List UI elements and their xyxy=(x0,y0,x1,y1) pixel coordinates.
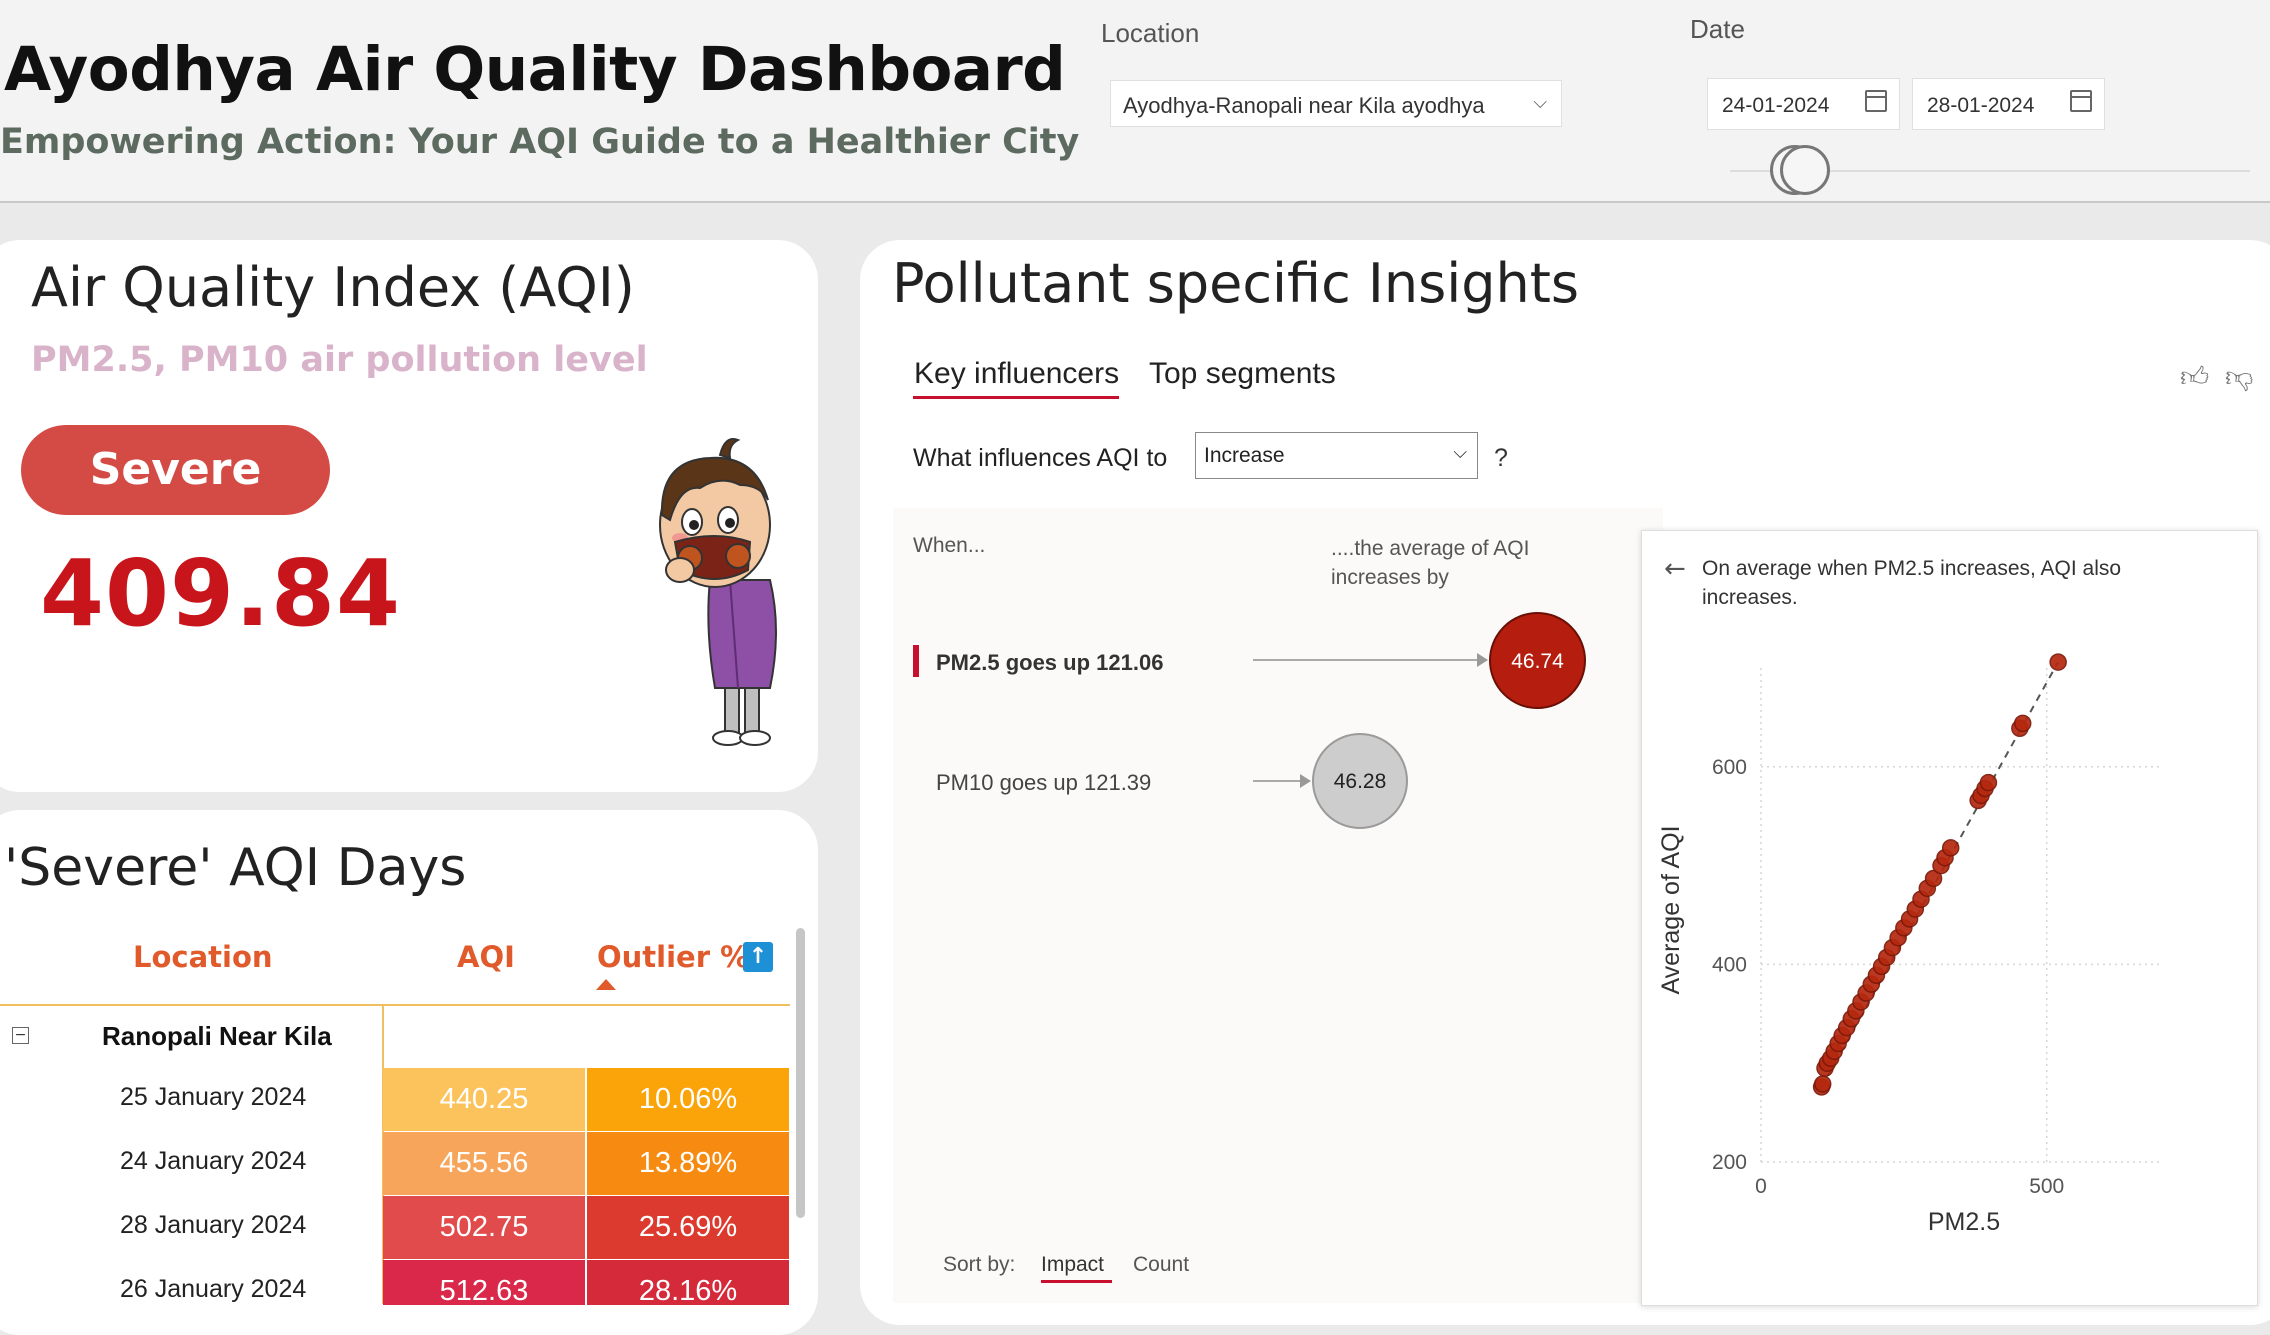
aqi-value: 409.84 xyxy=(40,540,402,647)
table-scrollbar[interactable] xyxy=(796,928,805,1218)
aqi-status-badge: Severe xyxy=(21,425,330,515)
table-row[interactable]: 26 January 2024 512.63 28.16% xyxy=(0,1260,800,1305)
chevron-down-icon: ⌵ xyxy=(1453,442,1467,462)
date-slider-end-handle[interactable] xyxy=(1780,145,1830,195)
influencer-pm10-connector xyxy=(1253,780,1300,782)
influence-direction-value: Increase xyxy=(1204,444,1285,467)
column-header-outlier[interactable]: Outlier % xyxy=(597,940,749,974)
y-tick-label: 600 xyxy=(1712,756,1747,779)
tab-top-segments[interactable]: Top segments xyxy=(1149,357,1336,391)
thumbs-down-icon[interactable]: 👎︎ xyxy=(2225,360,2253,394)
scatter-point xyxy=(2049,653,2067,671)
x-tick-label: 500 xyxy=(2029,1175,2064,1198)
influencer-pm10-label[interactable]: PM10 goes up 121.39 xyxy=(936,770,1151,796)
selected-influencer-marker xyxy=(913,645,919,677)
masked-person-illustration xyxy=(659,438,777,746)
location-dropdown[interactable]: Ayodhya-Ranopali near Kila ayodhya ⌵ xyxy=(1110,80,1562,127)
thumbs-up-icon[interactable]: 👍︎ xyxy=(2180,360,2209,394)
scatter-point xyxy=(2013,714,2032,733)
aqi-card-title: Air Quality Index (AQI) xyxy=(31,256,635,319)
aqi-card-subtitle: PM2.5, PM10 air pollution level xyxy=(31,340,648,380)
row-date: 26 January 2024 xyxy=(120,1275,307,1303)
influencer-pm10-arrow xyxy=(1300,774,1311,788)
row-outlier-cell: 13.89% xyxy=(587,1132,789,1195)
scatter-point xyxy=(1941,839,1960,857)
table-row[interactable]: 25 January 2024 440.25 10.06% xyxy=(0,1068,800,1131)
help-icon[interactable]: ? xyxy=(1494,444,1508,473)
location-label: Location xyxy=(1101,18,1200,48)
row-aqi-cell: 512.63 xyxy=(383,1260,585,1305)
row-date: 28 January 2024 xyxy=(120,1211,307,1239)
sort-count-option[interactable]: Count xyxy=(1133,1253,1189,1277)
table-row[interactable]: 28 January 2024 502.75 25.69% xyxy=(0,1196,800,1259)
insights-title: Pollutant specific Insights xyxy=(892,252,1580,315)
influencer-pm25-label[interactable]: PM2.5 goes up 121.06 xyxy=(936,650,1163,676)
influencer-pm10-bubble[interactable]: 46.28 xyxy=(1312,733,1408,829)
y-tick-label: 400 xyxy=(1712,953,1747,976)
influence-direction-dropdown[interactable]: Increase ⌵ xyxy=(1195,432,1478,479)
sort-ascending-indicator xyxy=(596,979,616,990)
date-from-input[interactable]: 24-01-2024 xyxy=(1707,78,1900,130)
influence-question-label: What influences AQI to xyxy=(913,444,1168,472)
sort-by-label: Sort by: xyxy=(943,1253,1016,1276)
row-date: 25 January 2024 xyxy=(120,1083,307,1111)
influencer-pm25-connector xyxy=(1253,659,1477,661)
sort-impact-indicator xyxy=(1041,1280,1112,1283)
row-outlier-cell: 10.06% xyxy=(587,1068,789,1131)
dashboard-title: Ayodhya Air Quality Dashboard xyxy=(4,34,1066,105)
average-increase-label: ....the average of AQI increases by xyxy=(1331,537,1530,589)
row-aqi-cell: 440.25 xyxy=(383,1068,585,1131)
y-axis-label: Average of AQI xyxy=(1657,825,1685,994)
row-aqi-cell: 455.56 xyxy=(383,1132,585,1195)
scatter-point xyxy=(1979,773,1998,792)
severe-days-title: 'Severe' AQI Days xyxy=(4,838,467,898)
date-from-value: 24-01-2024 xyxy=(1722,94,1830,117)
date-to-value: 28-01-2024 xyxy=(1927,94,2035,117)
calendar-icon[interactable] xyxy=(2070,90,2092,112)
tab-key-influencers[interactable]: Key influencers xyxy=(914,357,1119,391)
row-outlier-cell: 28.16% xyxy=(587,1260,789,1305)
row-outlier-cell: 25.69% xyxy=(587,1196,789,1259)
influencer-detail-text: On average when PM2.5 increases, AQI als… xyxy=(1702,557,2122,609)
x-tick-label: 0 xyxy=(1755,1175,1767,1198)
row-aqi-cell: 502.75 xyxy=(383,1196,585,1259)
calendar-icon[interactable] xyxy=(1865,90,1887,112)
sort-upload-icon[interactable]: ↑ xyxy=(743,942,773,972)
date-label: Date xyxy=(1690,14,1745,44)
back-arrow-icon[interactable]: ← xyxy=(1664,554,1686,584)
when-label: When... xyxy=(913,534,986,557)
y-tick-label: 200 xyxy=(1712,1151,1747,1174)
column-header-location[interactable]: Location xyxy=(133,940,273,974)
table-body: 25 January 2024 440.25 10.06% 24 January 20… xyxy=(0,1006,800,1305)
chevron-down-icon: ⌵ xyxy=(1533,92,1547,112)
x-axis-label: PM2.5 xyxy=(1928,1208,2000,1236)
dashboard: Ayodhya Air Quality Dashboard Empowering… xyxy=(0,0,2270,1335)
scatter-point xyxy=(1813,1075,1832,1093)
header-bar: Ayodhya Air Quality Dashboard Empowering… xyxy=(0,0,2270,203)
table-row[interactable]: 24 January 2024 455.56 13.89% xyxy=(0,1132,800,1195)
sort-impact-option[interactable]: Impact xyxy=(1041,1253,1104,1277)
active-tab-indicator xyxy=(913,396,1119,399)
location-value: Ayodhya-Ranopali near Kila ayodhya xyxy=(1123,93,1485,118)
row-date: 24 January 2024 xyxy=(120,1147,307,1175)
influencer-pm25-bubble[interactable]: 46.74 xyxy=(1489,612,1586,709)
date-to-input[interactable]: 28-01-2024 xyxy=(1912,78,2105,130)
dashboard-subtitle: Empowering Action: Your AQI Guide to a H… xyxy=(0,122,1080,162)
pm25-vs-aqi-scatter-chart: 200 400 600 0 500 PM2.5 Average of AQI xyxy=(1657,653,2161,1236)
influencer-pm25-arrow xyxy=(1477,653,1488,667)
column-header-aqi[interactable]: AQI xyxy=(457,940,515,974)
